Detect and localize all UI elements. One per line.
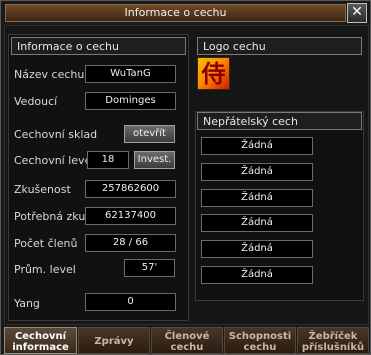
tab-skills-line1: Schopnosti — [228, 331, 292, 342]
storage-open-button[interactable]: otevřít — [124, 125, 175, 143]
leader-label: Vedoucí — [14, 95, 58, 108]
tab-members-line2: cechu — [170, 342, 204, 353]
enemy-header: Nepřátelský cech — [197, 112, 362, 130]
tab-ranking-line1: Žebříček — [308, 331, 358, 342]
members-field: 28 / 66 — [85, 234, 176, 252]
level-label: Cechovní level — [14, 154, 95, 167]
tab-skills-line2: cechu — [243, 342, 277, 353]
tab-members[interactable]: Členové cechu — [151, 327, 223, 354]
guild-window: Informace o cechu ✕ Informace o cechu Ná… — [0, 0, 371, 355]
tab-messages[interactable]: Zprávy — [78, 327, 150, 354]
storage-label: Cechovní sklad — [14, 128, 98, 141]
enemy-slot-5: Žádná — [201, 240, 313, 258]
tab-messages-line1: Zprávy — [94, 336, 134, 347]
avg-level-field: 57' — [124, 259, 175, 277]
window-title[interactable]: Informace o cechu — [5, 4, 346, 22]
tab-bar: Cechovní informace Zprávy Členové cechu … — [4, 327, 369, 354]
exp-label: Zkušenost — [14, 183, 71, 196]
guild-name-label: Název cechu — [14, 68, 85, 81]
tab-members-line1: Členové — [164, 331, 210, 342]
enemy-slot-4: Žádná — [201, 214, 313, 232]
guild-info-header: Informace o cechu — [11, 37, 186, 55]
enemy-slot-6: Žádná — [201, 266, 313, 284]
guild-logo-glyph: 侍 — [201, 59, 226, 88]
avg-level-label: Prům. level — [14, 263, 76, 276]
tab-guild-info[interactable]: Cechovní informace — [4, 327, 77, 354]
yang-field: 0 — [85, 293, 176, 311]
yang-label: Yang — [14, 297, 40, 310]
enemy-slot-2: Žádná — [201, 163, 313, 181]
tab-ranking-line2: příslušníků — [301, 342, 365, 353]
enemy-slot-3: Žádná — [201, 189, 313, 207]
tab-skills[interactable]: Schopnosti cechu — [224, 327, 296, 354]
needed-exp-label: Potřebná zkuš. — [14, 210, 95, 223]
leader-field: Dominges — [85, 92, 176, 110]
close-icon[interactable]: ✕ — [347, 3, 367, 23]
enemy-slot-1: Žádná — [201, 137, 313, 155]
tab-guild-info-line2: informace — [12, 342, 69, 353]
logo-header: Logo cechu — [197, 37, 362, 55]
tab-ranking[interactable]: Žebříček příslušníků — [297, 327, 369, 354]
invest-button[interactable]: Invest. — [134, 151, 175, 169]
guild-logo-icon: 侍 — [197, 57, 230, 90]
exp-field: 257862600 — [85, 180, 176, 198]
needed-exp-field: 62137400 — [85, 207, 176, 225]
guild-name-field: WuTanG — [85, 65, 176, 83]
tab-guild-info-line1: Cechovní — [14, 331, 67, 342]
members-label: Počet členů — [14, 237, 78, 250]
level-field: 18 — [87, 151, 129, 169]
